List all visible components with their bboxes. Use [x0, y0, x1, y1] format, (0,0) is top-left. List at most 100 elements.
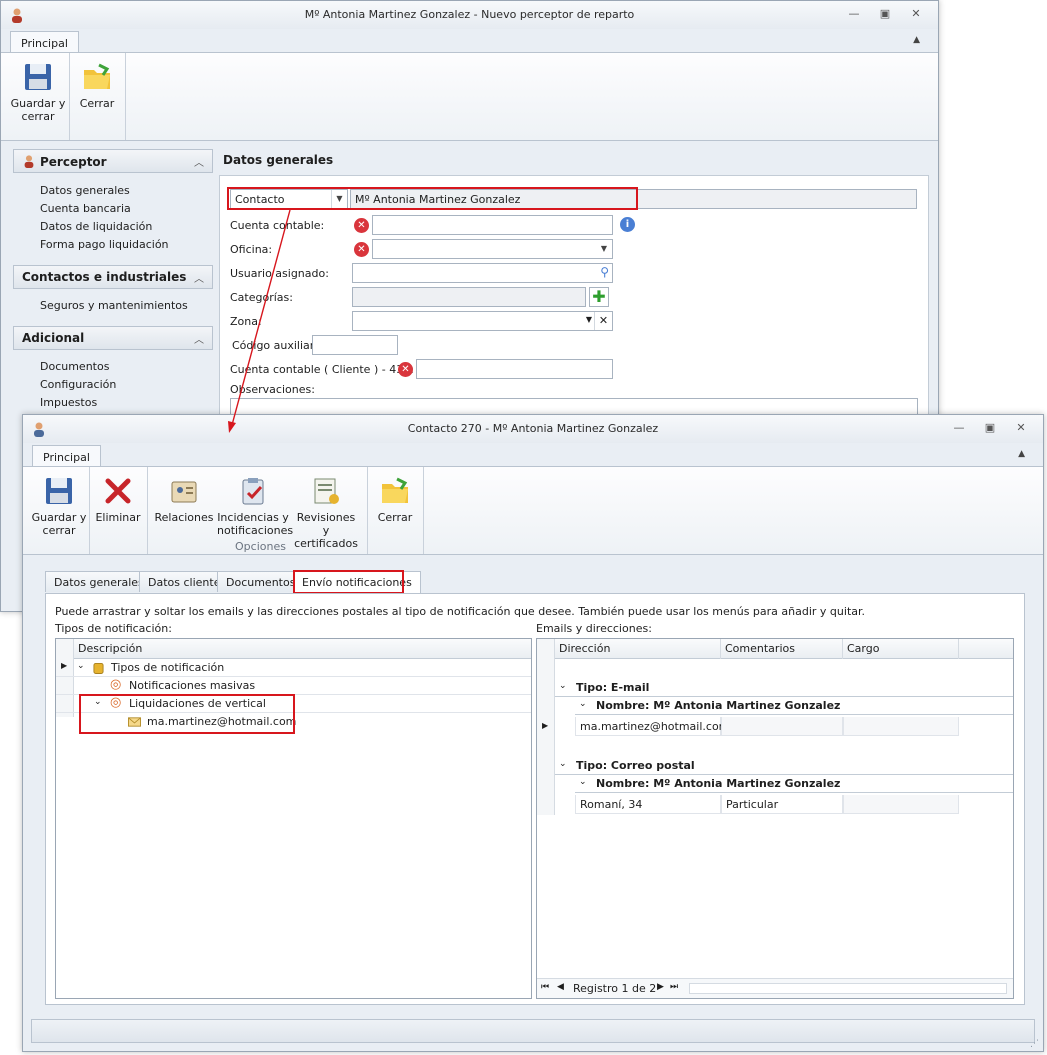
- ribbon-separator: [69, 53, 70, 140]
- chevron-up-icon[interactable]: ︿: [194, 154, 204, 169]
- collapse-ribbon-icon[interactable]: ▲: [1018, 449, 1025, 459]
- folder-open-icon: [84, 63, 110, 89]
- subgroup-row-name[interactable]: ⌄ Nombre: Mº Antonia Martinez Gonzalez: [575, 775, 1013, 793]
- relations-label: Relaciones: [154, 511, 214, 524]
- delete-x-icon: [105, 478, 131, 504]
- options-group-label: Opciones: [235, 540, 286, 553]
- nav-item-datos-generales[interactable]: Datos generales: [40, 184, 130, 197]
- nav-section-perceptor[interactable]: Perceptor ︿: [13, 149, 213, 173]
- collapse-chevron-icon[interactable]: ⌄: [559, 759, 567, 769]
- clear-icon[interactable]: ✕: [594, 312, 612, 330]
- column-header-direccion[interactable]: Dirección: [555, 639, 721, 659]
- column-header-comentarios[interactable]: Comentarios: [721, 639, 843, 659]
- info-icon[interactable]: i: [620, 217, 635, 232]
- dropdown-arrow-icon[interactable]: ▼: [596, 240, 612, 258]
- nav-item-configuracion[interactable]: Configuración: [40, 378, 116, 391]
- incidents-button[interactable]: Incidencias y notificaciones: [217, 475, 293, 537]
- nav-item-cuenta-bancaria[interactable]: Cuenta bancaria: [40, 202, 131, 215]
- close-window-button[interactable]: Cerrar: [73, 61, 121, 110]
- tab-principal[interactable]: Principal: [10, 31, 79, 54]
- column-header-descripcion[interactable]: Descripción: [74, 639, 532, 659]
- nav-item-impuestos[interactable]: Impuestos: [40, 396, 97, 409]
- ribbon: Guardar y cerrar Eliminar Relaciones Inc…: [23, 466, 1043, 555]
- cell-comentarios[interactable]: Particular: [721, 795, 843, 814]
- close-label: Cerrar: [79, 97, 115, 110]
- cell-cargo[interactable]: [843, 717, 959, 736]
- nav-item-documentos[interactable]: Documentos: [40, 360, 109, 373]
- floppy-disk-icon: [46, 478, 72, 504]
- cuenta-cliente-input[interactable]: [416, 359, 613, 379]
- maximize-button[interactable]: ▣: [877, 7, 893, 21]
- tab-documentos[interactable]: Documentos: [217, 571, 305, 592]
- front-window: Contacto 270 - Mº Antonia Martinez Gonza…: [22, 414, 1044, 1052]
- save-close-button[interactable]: Guardar y cerrar: [29, 475, 89, 537]
- next-page-icon[interactable]: ▶: [657, 982, 664, 992]
- label-observaciones: Observaciones:: [230, 383, 315, 396]
- cell-comentarios[interactable]: [721, 717, 843, 736]
- nav-section-adicional[interactable]: Adicional ︿: [13, 326, 213, 350]
- nav-section-contactos[interactable]: Contactos e industriales ︿: [13, 265, 213, 289]
- group-row-postal[interactable]: ⌄ Tipo: Correo postal: [555, 757, 1013, 775]
- notification-types-tree[interactable]: Descripción ▶ ⌄ Tipos de notificación ◎ …: [55, 638, 532, 999]
- tab-content: Puede arrastrar y soltar los emails y la…: [45, 593, 1025, 1005]
- nav-item-datos-liquidacion[interactable]: Datos de liquidación: [40, 220, 152, 233]
- nav-item-forma-pago[interactable]: Forma pago liquidación: [40, 238, 169, 251]
- cuenta-contable-input[interactable]: [372, 215, 613, 235]
- close-window-button[interactable]: Cerrar: [371, 475, 419, 524]
- reviews-button[interactable]: Revisiones y certificados: [293, 475, 359, 550]
- minimize-button[interactable]: —: [846, 7, 862, 21]
- group-row-email[interactable]: ⌄ Tipo: E-mail: [555, 679, 1013, 697]
- ribbon-separator: [423, 467, 424, 554]
- column-header-cargo[interactable]: Cargo: [843, 639, 959, 659]
- add-icon[interactable]: ✚: [589, 287, 609, 307]
- collapse-chevron-icon[interactable]: ⌄: [559, 681, 567, 691]
- search-icon[interactable]: ⚲: [600, 265, 609, 279]
- tab-datos-cliente[interactable]: Datos cliente: [139, 571, 230, 592]
- row-pointer-icon: ▶: [542, 721, 549, 730]
- chevron-up-icon[interactable]: ︿: [194, 331, 204, 346]
- zona-select[interactable]: ▼ ✕: [352, 311, 613, 331]
- subgroup-row-name[interactable]: ⌄ Nombre: Mº Antonia Martinez Gonzalez: [575, 697, 1013, 715]
- cell-direccion[interactable]: Romaní, 34: [575, 795, 721, 814]
- dropdown-arrow-icon[interactable]: ▼: [586, 315, 592, 324]
- window-title: Mº Antonia Martinez Gonzalez - Nuevo per…: [304, 8, 635, 21]
- categorias-input[interactable]: [352, 287, 586, 307]
- close-button[interactable]: ✕: [908, 7, 924, 21]
- usuario-input[interactable]: ⚲: [352, 263, 613, 283]
- tree-label-root: Tipos de notificación: [111, 661, 225, 674]
- minimize-button[interactable]: —: [951, 421, 967, 435]
- close-button[interactable]: ✕: [1013, 421, 1029, 435]
- nav-item-seguros[interactable]: Seguros y mantenimientos: [40, 299, 188, 312]
- expand-chevron-icon[interactable]: ⌄: [77, 661, 85, 671]
- ribbon: Guardar y cerrar Cerrar: [1, 52, 938, 141]
- collapse-ribbon-icon[interactable]: ▲: [913, 35, 920, 45]
- last-page-icon[interactable]: ⏭: [670, 982, 678, 992]
- reviews-label: Revisiones y certificados: [294, 511, 358, 550]
- horizontal-scrollbar[interactable]: [689, 983, 1007, 994]
- tree-row-child1[interactable]: ◎ Notificaciones masivas: [56, 677, 531, 695]
- emails-addresses-grid[interactable]: Dirección Comentarios Cargo ⌄ Tipo: E-ma…: [536, 638, 1014, 999]
- save-close-button[interactable]: Guardar y cerrar: [7, 61, 69, 123]
- cell-cargo[interactable]: [843, 795, 959, 814]
- first-page-icon[interactable]: ⏮: [541, 982, 549, 992]
- cell-direccion[interactable]: ma.martinez@hotmail.com: [575, 717, 729, 736]
- delete-button[interactable]: Eliminar: [93, 475, 143, 524]
- user-icon: [24, 155, 34, 168]
- resize-grip-icon[interactable]: ⋰: [1030, 1039, 1039, 1049]
- codigo-auxiliar-input[interactable]: [312, 335, 398, 355]
- tab-principal[interactable]: Principal: [32, 445, 101, 468]
- close-label: Cerrar: [377, 511, 413, 524]
- relations-button[interactable]: Relaciones: [153, 475, 215, 524]
- highlight-liquidaciones: [79, 694, 295, 734]
- chevron-up-icon[interactable]: ︿: [194, 270, 204, 285]
- prev-page-icon[interactable]: ◀: [557, 982, 564, 992]
- tab-datos-generales[interactable]: Datos generales: [45, 571, 153, 592]
- collapse-chevron-icon[interactable]: ⌄: [579, 777, 587, 787]
- collapse-chevron-icon[interactable]: ⌄: [579, 699, 587, 709]
- tree-header: Descripción: [56, 639, 531, 659]
- maximize-button[interactable]: ▣: [982, 421, 998, 435]
- row-pointer-icon: ▶: [61, 661, 68, 670]
- tree-row-root[interactable]: ▶ ⌄ Tipos de notificación: [56, 659, 531, 677]
- form-section-title: Datos generales: [223, 153, 334, 167]
- oficina-select[interactable]: ▼: [372, 239, 613, 259]
